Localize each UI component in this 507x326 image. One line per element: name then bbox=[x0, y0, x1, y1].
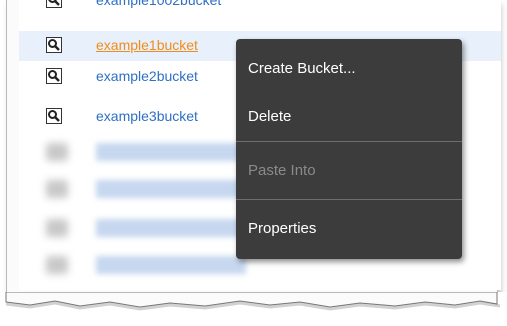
bucket-name[interactable]: example3bucket bbox=[96, 108, 198, 124]
menu-separator bbox=[236, 199, 462, 200]
redacted-icon bbox=[46, 180, 68, 198]
magnifier-document-icon bbox=[46, 68, 62, 84]
redacted-row bbox=[96, 143, 246, 161]
redacted-row bbox=[96, 180, 246, 198]
context-menu: Create Bucket... Delete Paste Into Prope… bbox=[236, 39, 462, 259]
redacted-icon bbox=[46, 219, 68, 237]
torn-edge-decoration bbox=[0, 292, 507, 326]
redacted-icon bbox=[46, 256, 68, 274]
bucket-name[interactable]: example2bucket bbox=[96, 68, 198, 84]
bucket-name[interactable]: example1bucket bbox=[96, 37, 198, 53]
redacted-row bbox=[96, 256, 246, 274]
menu-item-properties[interactable]: Properties bbox=[248, 220, 316, 237]
bucket-row-example1002bucket[interactable]: example1002bucket bbox=[19, 0, 501, 16]
magnifier-document-icon bbox=[46, 108, 62, 124]
menu-item-paste-into: Paste Into bbox=[248, 162, 316, 179]
bucket-name[interactable]: example1002bucket bbox=[96, 0, 221, 8]
menu-item-create-bucket[interactable]: Create Bucket... bbox=[248, 60, 356, 77]
menu-separator bbox=[236, 141, 462, 142]
magnifier-document-icon bbox=[46, 37, 62, 53]
redacted-icon bbox=[46, 143, 68, 161]
menu-item-delete[interactable]: Delete bbox=[248, 108, 291, 125]
magnifier-document-icon bbox=[46, 0, 62, 8]
redacted-row bbox=[96, 219, 246, 237]
